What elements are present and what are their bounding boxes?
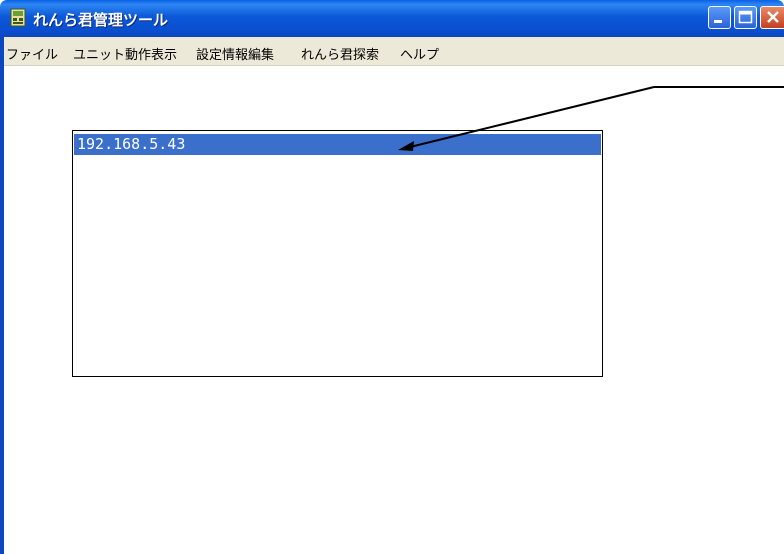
menu-bar: ファイル ユニット動作表示 設定情報編集 れんら君探索 ヘルプ <box>4 37 784 66</box>
close-icon <box>767 11 779 23</box>
app-window: れんら君管理ツール ファイル ユニット動作表示 設定情報編集 れんら君探索 ヘル… <box>0 0 784 554</box>
menu-file[interactable]: ファイル <box>6 44 58 63</box>
maximize-button[interactable] <box>734 6 757 29</box>
menu-settings-edit[interactable]: 設定情報編集 <box>196 44 274 63</box>
menu-renrakun-search[interactable]: れんら君探索 <box>301 44 379 63</box>
device-listbox[interactable]: 192.168.5.43 <box>72 130 603 377</box>
minimize-button[interactable] <box>708 6 731 29</box>
menu-help[interactable]: ヘルプ <box>400 44 439 63</box>
app-icon <box>10 8 26 27</box>
menu-unit-operation-display[interactable]: ユニット動作表示 <box>73 44 177 63</box>
list-item-selected[interactable]: 192.168.5.43 <box>74 134 601 155</box>
close-button[interactable] <box>760 6 784 29</box>
minimize-icon <box>714 20 722 23</box>
title-bar[interactable]: れんら君管理ツール <box>0 0 784 37</box>
maximize-icon <box>738 10 753 24</box>
window-title: れんら君管理ツール <box>33 11 169 29</box>
